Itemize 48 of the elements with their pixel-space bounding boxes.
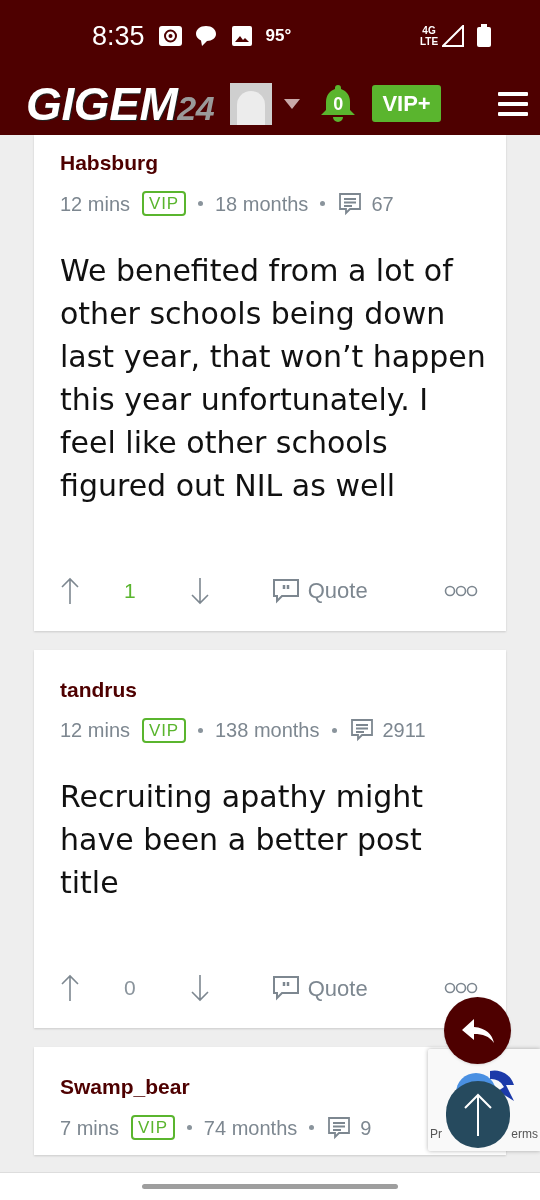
quote-icon xyxy=(271,577,300,604)
caret-icon[interactable] xyxy=(284,98,301,109)
author-name[interactable]: tandrus xyxy=(60,673,137,705)
chat-icon xyxy=(194,25,217,47)
temperature: 95° xyxy=(265,25,292,48)
comment-icon xyxy=(348,717,375,743)
upvote-icon[interactable] xyxy=(60,576,80,605)
post-time: 12 mins xyxy=(60,718,131,743)
quote-button[interactable]: Quote xyxy=(271,574,368,607)
upvote-icon[interactable] xyxy=(60,974,80,1002)
post-time: 12 mins xyxy=(60,191,131,217)
post-count: 2911 xyxy=(382,718,426,743)
more-options-icon[interactable] xyxy=(444,982,478,994)
privacy-link[interactable]: Pr xyxy=(430,1125,442,1143)
post-count: 67 xyxy=(371,191,394,217)
menu-icon[interactable] xyxy=(498,91,528,116)
signal-icon xyxy=(442,25,464,47)
member-tenure: 18 months xyxy=(215,191,309,217)
site-logo[interactable]: GIGEM24 xyxy=(26,80,215,127)
image-icon xyxy=(231,26,252,46)
quote-button[interactable]: Quote xyxy=(271,971,368,1005)
quote-icon xyxy=(271,975,300,1001)
terms-link[interactable]: erms xyxy=(511,1125,538,1143)
reply-arrow-icon xyxy=(460,1017,495,1044)
post-count: 9 xyxy=(360,1115,372,1141)
vip-badge: VIP xyxy=(130,1115,175,1140)
comment-icon xyxy=(326,1114,353,1141)
post-time: 7 mins xyxy=(60,1115,119,1141)
battery-icon xyxy=(476,24,492,48)
network-type: 4G LTE xyxy=(420,25,438,47)
more-options-icon[interactable] xyxy=(444,584,478,597)
vote-score: 0 xyxy=(124,975,136,1002)
post-body: We benefited from a lot of other schools being down last year, that won’t happen this year unfortunately. I feel like other schools figured out NIL as well xyxy=(60,251,486,505)
member-tenure: 138 months xyxy=(215,718,320,743)
post-body: Recruiting apathy might have been a better post title xyxy=(60,778,425,902)
vip-badge: VIP xyxy=(142,191,186,216)
member-tenure: 74 months xyxy=(203,1115,298,1141)
downvote-icon[interactable] xyxy=(189,576,210,605)
vip-badge: VIP xyxy=(142,717,186,743)
arrow-up-icon xyxy=(463,1092,493,1137)
user-avatar[interactable] xyxy=(230,82,273,125)
status-time: 8:35 xyxy=(92,19,145,53)
author-name[interactable]: Swamp_bear xyxy=(60,1071,190,1103)
radio-icon xyxy=(158,26,182,46)
comment-icon xyxy=(337,190,364,217)
downvote-icon[interactable] xyxy=(189,974,210,1002)
author-name[interactable]: Habsburg xyxy=(60,147,158,179)
vote-score: 1 xyxy=(124,577,136,604)
